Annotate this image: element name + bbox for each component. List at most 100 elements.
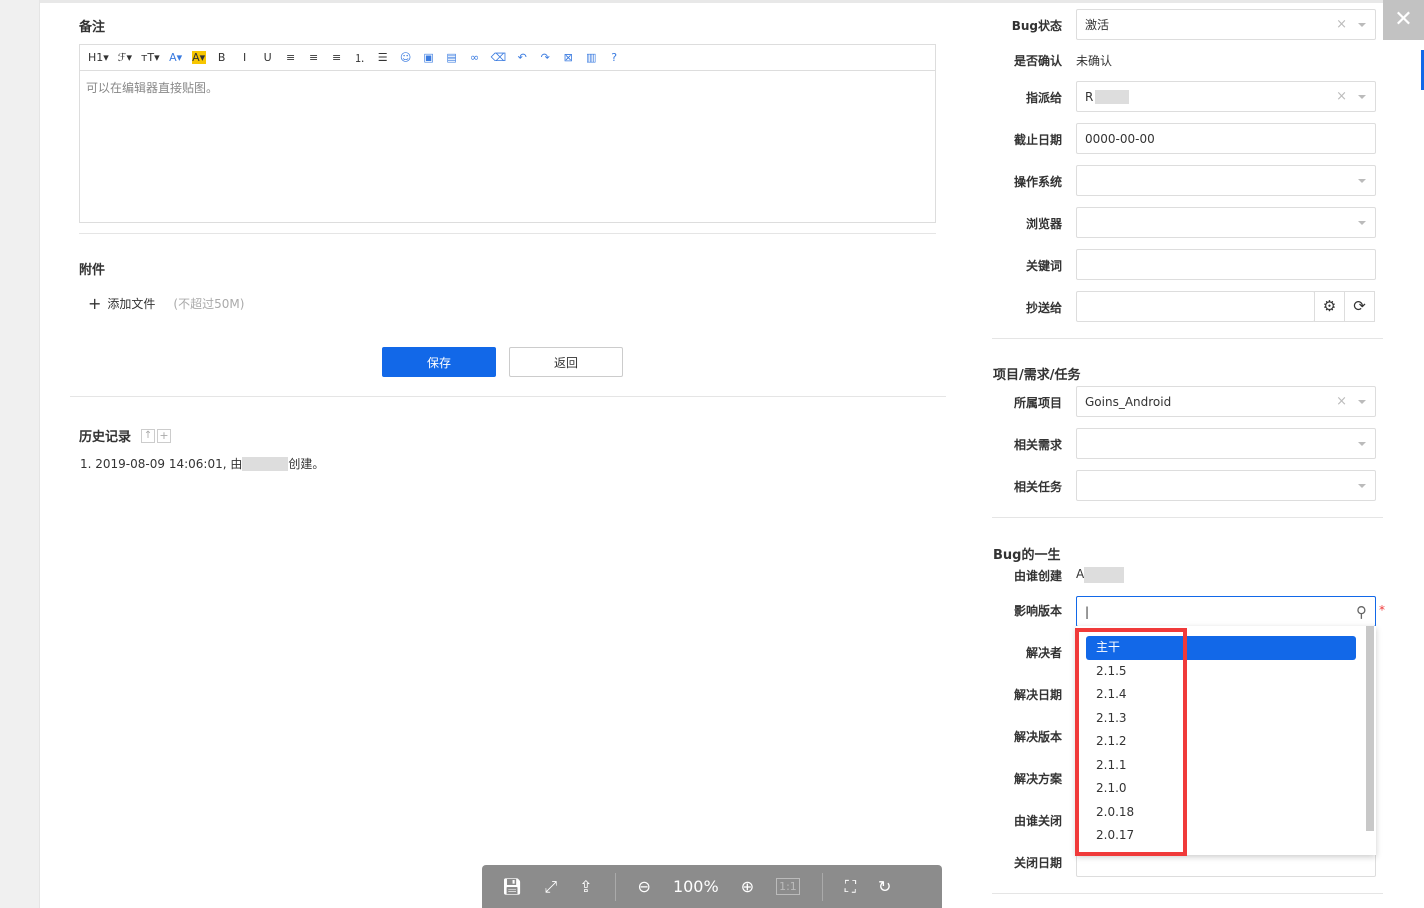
field-value: R [1085,89,1094,104]
chevron-down-icon[interactable] [1358,399,1366,404]
toolbar-button[interactable]: ☰ [376,51,390,64]
field-label: 是否确认 [1013,54,1062,68]
divider [614,872,616,901]
history-header: 历史记录 ↑ + [79,426,172,445]
save-button[interactable]: 保存 [382,347,496,377]
field-input[interactable]: R × [1076,81,1376,112]
scrollbar[interactable] [1366,626,1374,831]
toolbar-button[interactable]: ℱ▾ [118,51,132,64]
field-input[interactable]: 0000-00-00 [1076,123,1376,154]
divider [821,872,823,901]
toolbar-button[interactable]: ? [607,51,621,64]
toolbar-button[interactable]: ≡ [307,51,321,64]
field-label: 解决方案 [1013,772,1062,786]
field-label: 浏览器 [1025,217,1062,231]
divider [992,338,1383,339]
expand-icon[interactable]: + [157,428,172,443]
share-icon[interactable]: ⇪ [579,877,592,896]
file-limit: (不超过50M) [173,297,245,311]
field-label: 由谁关闭 [1013,814,1062,828]
divider [70,396,946,397]
toolbar-button[interactable]: ⒈ [353,50,367,66]
collapse-icon[interactable]: ↑ [141,428,156,443]
field-input[interactable] [1076,291,1315,322]
editor-placeholder[interactable]: 可以在编辑器直接贴图。 [80,71,935,104]
field-label: 所属项目 [1013,396,1062,410]
toolbar-button[interactable]: ∞ [468,51,482,64]
chevron-down-icon[interactable] [1358,441,1366,446]
field-label: 相关任务 [1013,480,1062,494]
field-label: 操作系统 [1013,175,1062,189]
field-label: 关键词 [1025,259,1062,273]
field-input[interactable] [1076,470,1376,501]
clear-icon[interactable]: × [1336,89,1347,104]
field-input[interactable] [1076,165,1376,196]
field-input[interactable] [1076,428,1376,459]
toolbar-button[interactable]: ↷ [538,51,552,64]
toolbar-button[interactable]: A▾ [191,51,206,64]
field-value: 激活 [1085,18,1110,32]
remark-title: 备注 [79,20,106,35]
blurred-name [242,456,289,471]
fullscreen-icon[interactable]: ⛶ [845,877,856,897]
add-file-button[interactable]: + 添加文件 (不超过50M) [88,294,244,313]
back-button[interactable]: 返回 [509,347,623,377]
blurred-name [1084,567,1125,583]
toolbar-button[interactable]: A▾ [169,51,183,64]
toolbar-button[interactable]: ⊠ [561,51,575,64]
field-label: 指派给 [1025,91,1062,105]
toolbar-button[interactable]: ▥ [584,51,598,64]
toolbar-button[interactable]: U [261,51,275,64]
field-input[interactable] [1076,207,1376,238]
actual-size-button[interactable]: 1:1 [776,878,800,895]
toolbar-button[interactable]: ↶ [515,51,529,64]
blurred-name [1095,89,1130,104]
field-label: 抄送给 [1025,301,1062,315]
chevron-down-icon[interactable] [1358,483,1366,488]
attachments-title: 附件 [79,263,106,278]
toolbar-button[interactable]: ⌫ [491,51,507,64]
created-by-value: A [1076,567,1085,581]
toolbar-button[interactable]: I [238,51,252,64]
chevron-down-icon[interactable] [1358,178,1366,183]
rotate-icon[interactable]: ↻ [878,877,891,896]
clear-icon[interactable]: × [1336,394,1347,409]
zoom-out-icon[interactable]: ⊖ [638,877,651,896]
field-label: 解决者 [1025,646,1062,660]
confirm-status: 未确认 [1076,54,1113,68]
rich-text-editor[interactable]: H1▾ ℱ▾ тT▾ A▾ A▾ B I U ≡ ≡ ≡ ⒈ ☰ ☺ ▣ ▤ ∞ ⌫ ↶ ↷ ⊠ ▥? 可以在编辑器直接贴… [79,44,936,223]
clear-icon[interactable]: × [1336,17,1347,32]
chevron-down-icon[interactable] [1358,220,1366,225]
add-file-label: 添加文件 [107,297,156,311]
field-input[interactable]: 激活 × [1076,9,1376,40]
field-input[interactable] [1076,249,1376,280]
toolbar-button[interactable]: тT▾ [141,51,160,64]
toolbar-button[interactable]: ≡ [284,51,298,64]
toolbar-button[interactable]: ☺ [399,51,413,64]
toolbar-button[interactable]: B [215,51,229,64]
divider [992,893,1383,894]
zoom-in-icon[interactable]: ⊕ [741,877,754,896]
toolbar-button[interactable]: H1▾ [88,51,109,64]
zoom-level: 100% [672,877,719,896]
field-input[interactable]: Goins_Android × [1076,386,1376,417]
field-label: Bug状态 [1011,19,1062,33]
refresh-icon[interactable]: ⟳ [1344,291,1375,322]
toolbar-button[interactable]: ▤ [445,51,459,64]
chevron-down-icon[interactable] [1358,94,1366,99]
close-button[interactable]: ✕ [1383,0,1424,40]
toolbar-button[interactable]: ≡ [330,51,344,64]
chevron-down-icon[interactable] [1358,22,1366,27]
save-icon[interactable]: 💾︎ [502,877,522,896]
settings-gear-icon[interactable]: ⚙ [1314,291,1345,322]
version-search-input[interactable]: | ⚲ [1076,596,1376,627]
left-strip [0,0,40,908]
editor-toolbar: H1▾ ℱ▾ тT▾ A▾ A▾ B I U ≡ ≡ ≡ ⒈ ☰ ☺ ▣ ▤ ∞ ⌫ ↶ ↷ ⊠ ▥? [80,45,935,71]
plus-icon: + [88,294,102,313]
toolbar-button[interactable]: ▣ [422,51,436,64]
resize-icon[interactable]: ⤢ [544,877,557,897]
field-label: 解决日期 [1013,688,1062,702]
history-item: 1. 2019-08-09 14:06:01, 由 创建。 [80,455,324,472]
required-mark: * [1379,603,1385,617]
divider [992,517,1383,518]
